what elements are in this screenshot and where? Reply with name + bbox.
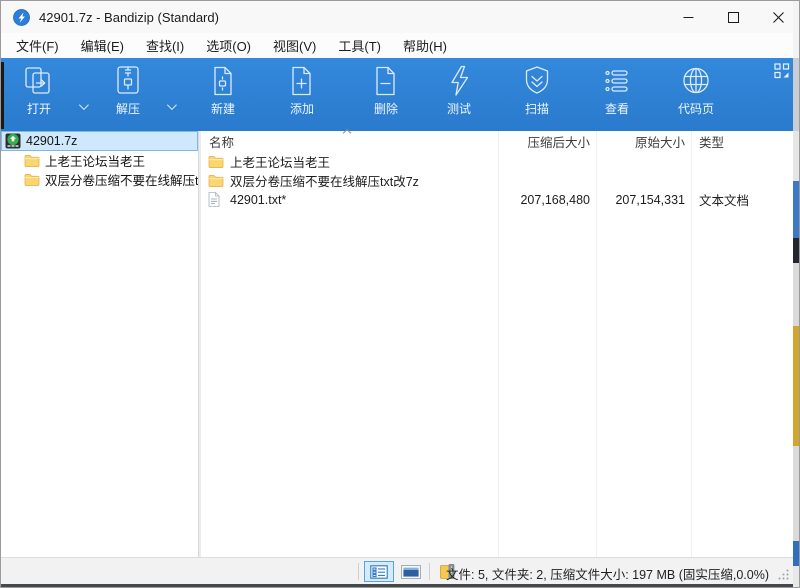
window-title: 42901.7z - Bandizip (Standard): [39, 9, 219, 25]
open-button[interactable]: 打开: [9, 61, 69, 128]
bandizip-app-icon: [13, 8, 30, 26]
test-label: 测试: [446, 102, 471, 116]
column-header-name[interactable]: 名称: [201, 128, 498, 151]
test-icon: [443, 64, 475, 98]
new-archive-label: 新建: [210, 102, 235, 116]
codepage-label: 代码页: [677, 102, 714, 116]
maximize-button[interactable]: [711, 1, 756, 33]
column-header-original-size[interactable]: 原始大小: [596, 132, 691, 151]
details-view-button[interactable]: [364, 561, 394, 582]
scan-label: 扫描: [524, 102, 549, 116]
column-header-packed-size[interactable]: 压缩后大小: [498, 132, 596, 151]
extract-label: 解压: [115, 102, 140, 116]
file-name: 42901.txt*: [230, 192, 287, 207]
layout-toggle-icon[interactable]: [774, 63, 794, 83]
window-controls: [666, 1, 799, 33]
statusbar-divider: [358, 563, 359, 580]
main-area: 42901.7z 上老王论坛当老王 双层分卷压缩不要在线解压tx 名称 压缩后大…: [1, 128, 793, 557]
desktop-bottom-strip: [1, 584, 793, 587]
file-name: 上老王论坛当老王: [230, 156, 331, 170]
tree-item-folder[interactable]: 双层分卷压缩不要在线解压tx: [1, 170, 198, 189]
text-file-icon: [208, 192, 224, 208]
file-row-file[interactable]: 42901.txt* 207,168,480 207,154,331 文本文档: [201, 190, 793, 209]
extract-dropdown-chevron[interactable]: [162, 96, 178, 116]
delete-button[interactable]: 删除: [356, 61, 416, 128]
original-size: 207,154,331: [615, 192, 685, 207]
desktop-left-sliver: [1, 62, 4, 129]
file-type: 文本文档: [699, 194, 750, 208]
statusbar-divider: [429, 563, 430, 580]
preview-pane-button[interactable]: [397, 561, 425, 582]
sort-ascending-icon: [342, 128, 352, 138]
add-file-icon: [286, 64, 318, 98]
minimize-button[interactable]: [666, 1, 711, 33]
folder-icon: [24, 173, 40, 186]
view-label: 查看: [604, 102, 629, 116]
packed-size: 207,168,480: [520, 192, 590, 207]
new-archive-button[interactable]: 新建: [193, 61, 253, 128]
column-header-type[interactable]: 类型: [691, 132, 793, 151]
menu-tools[interactable]: 工具(T): [327, 33, 392, 58]
bandizip-window: 42901.7z - Bandizip (Standard) 文件(F) 编辑(…: [0, 0, 800, 588]
menu-find[interactable]: 查找(I): [135, 33, 195, 58]
scan-icon: [521, 64, 553, 98]
desktop-edge-strip: [793, 1, 799, 587]
tree-item-label: 42901.7z: [26, 134, 78, 148]
delete-label: 删除: [373, 102, 398, 116]
extract-icon: [112, 64, 144, 98]
toolbar: 打开 解压 新建 添加 删除 测试 扫描 查看 代码页: [1, 58, 793, 131]
menu-view[interactable]: 视图(V): [262, 33, 327, 58]
file-list-rows: 上老王论坛当老王 双层分卷压缩不要在线解压txt改7z 42901.txt* 2…: [201, 152, 793, 209]
tree-item-label: 双层分卷压缩不要在线解压tx: [45, 174, 198, 188]
tree-item-label: 上老王论坛当老王: [45, 155, 146, 169]
file-row-folder[interactable]: 上老王论坛当老王: [201, 152, 793, 171]
menu-bar: 文件(F) 编辑(E) 查找(I) 选项(O) 视图(V) 工具(T) 帮助(H…: [1, 33, 799, 58]
test-button[interactable]: 测试: [429, 61, 489, 128]
file-row-folder[interactable]: 双层分卷压缩不要在线解压txt改7z: [201, 171, 793, 190]
status-bar: 文件: 5, 文件夹: 2, 压缩文件大小: 197 MB (固实压缩,0.0%…: [1, 557, 793, 584]
title-bar: 42901.7z - Bandizip (Standard): [1, 1, 799, 33]
status-summary: 文件: 5, 文件夹: 2, 压缩文件大小: 197 MB (固实压缩,0.0%…: [446, 568, 769, 582]
view-icon: [601, 64, 633, 98]
folder-icon: [24, 154, 40, 167]
menu-options[interactable]: 选项(O): [195, 33, 262, 58]
menu-help[interactable]: 帮助(H): [392, 33, 458, 58]
open-label: 打开: [26, 102, 51, 116]
codepage-button[interactable]: 代码页: [666, 61, 726, 128]
folder-icon: [208, 173, 224, 189]
view-button[interactable]: 查看: [587, 61, 647, 128]
tree-item-folder[interactable]: 上老王论坛当老王: [1, 151, 198, 170]
file-list: 名称 压缩后大小 原始大小 类型 上老王论坛当老王 双层分卷压缩不要在线解压tx…: [201, 128, 793, 557]
folder-icon: [208, 154, 224, 170]
preview-icon: [401, 564, 421, 579]
open-dropdown-chevron[interactable]: [74, 96, 90, 116]
new-archive-icon: [207, 64, 239, 98]
archive-7z-icon: [5, 133, 21, 149]
extract-button[interactable]: 解压: [98, 61, 158, 128]
file-list-header: 名称 压缩后大小 原始大小 类型: [201, 128, 793, 152]
add-button[interactable]: 添加: [272, 61, 332, 128]
menu-edit[interactable]: 编辑(E): [70, 33, 135, 58]
delete-file-icon: [370, 64, 402, 98]
scan-button[interactable]: 扫描: [507, 61, 567, 128]
add-label: 添加: [289, 102, 314, 116]
details-view-icon: [370, 564, 388, 579]
codepage-icon: [680, 64, 712, 98]
file-name: 双层分卷压缩不要在线解压txt改7z: [230, 175, 419, 189]
archive-tree: 42901.7z 上老王论坛当老王 双层分卷压缩不要在线解压tx: [1, 131, 198, 557]
tree-item-archive-root[interactable]: 42901.7z: [1, 131, 198, 151]
open-icon: [23, 64, 55, 98]
resize-grip[interactable]: [776, 567, 790, 581]
menu-file[interactable]: 文件(F): [5, 33, 70, 58]
